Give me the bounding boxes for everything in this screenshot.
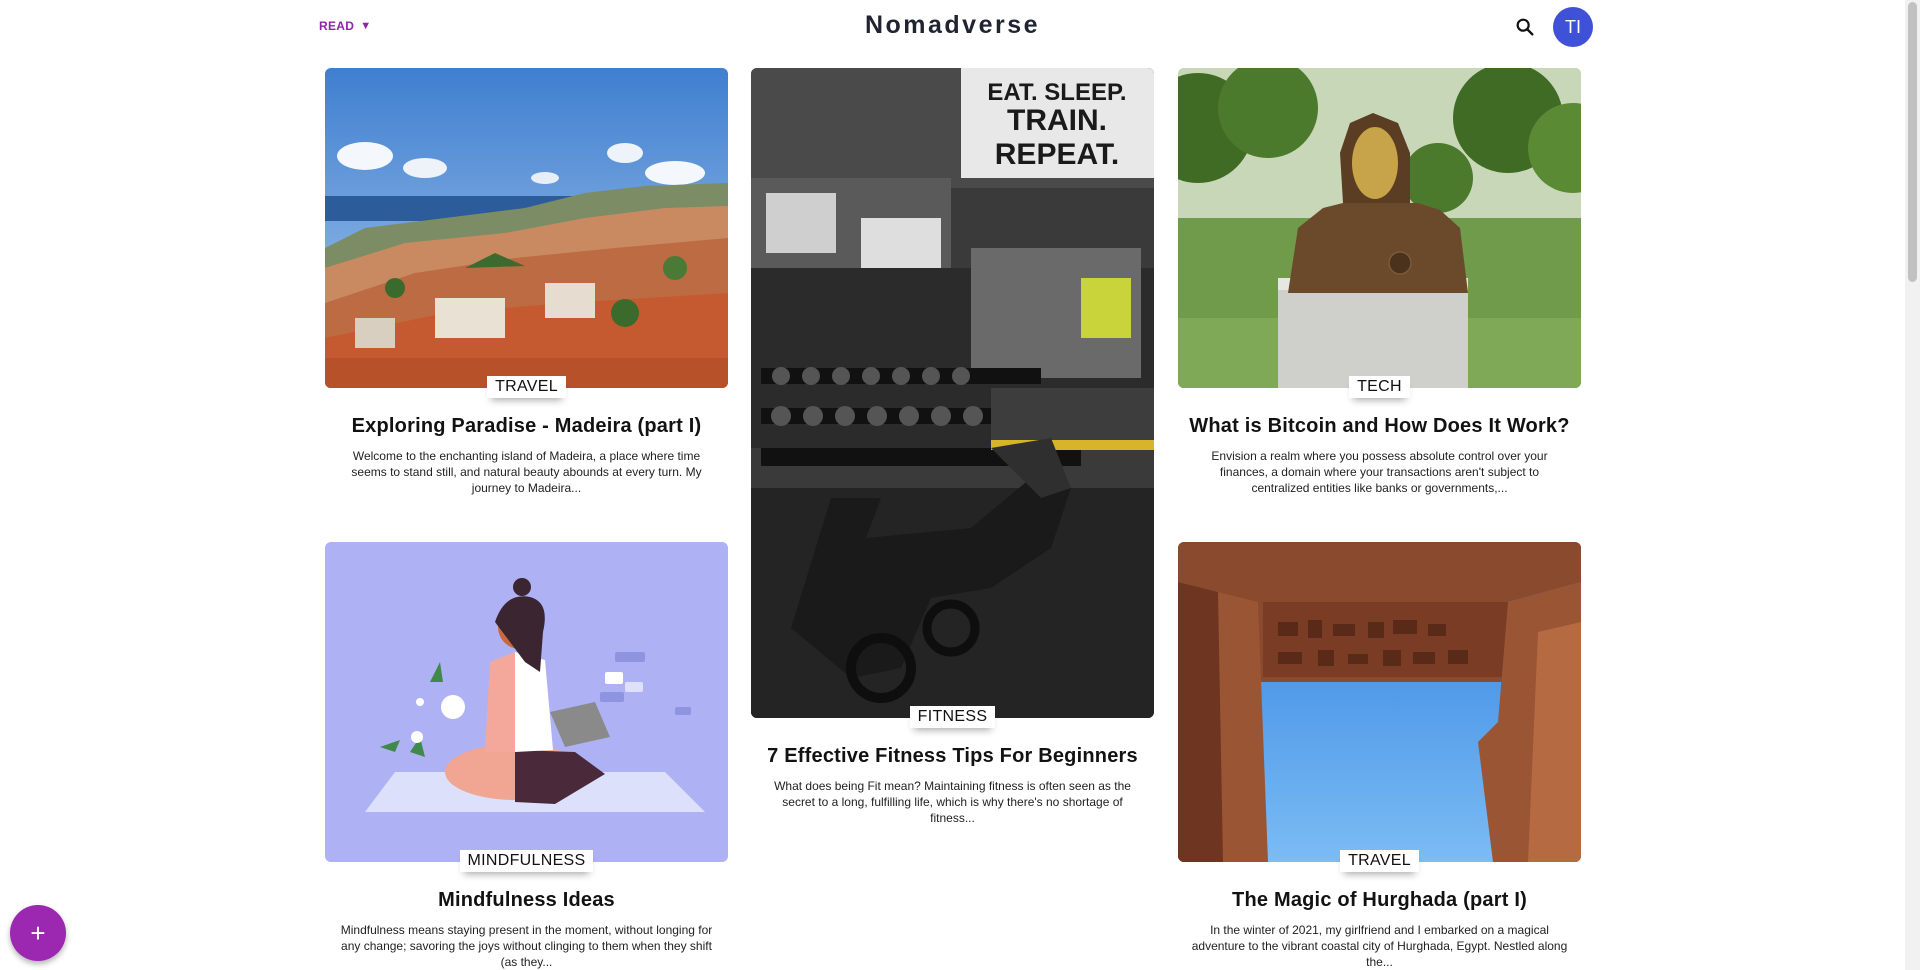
post-image-gym[interactable]: EAT. SLEEP. TRAIN. REPEAT. (751, 68, 1154, 718)
post-excerpt: Envision a realm where you possess absol… (1211, 449, 1548, 495)
search-icon[interactable] (1514, 16, 1536, 38)
post-card[interactable]: TECH What is Bitcoin and How Does It Wor… (1178, 68, 1581, 496)
category-tag[interactable]: MINDFULNESS (459, 850, 594, 872)
gym-sign-line3: REPEAT. (995, 138, 1119, 171)
gym-sign-line1: EAT. SLEEP. (987, 79, 1126, 106)
post-excerpt: What does being Fit mean? Maintaining fi… (774, 779, 1131, 825)
add-post-button[interactable]: + (10, 905, 66, 961)
post-card[interactable]: TRAVEL The Magic of Hurghada (part I) In… (1178, 542, 1581, 970)
post-card[interactable]: TRAVEL Exploring Paradise - Madeira (par… (325, 68, 728, 496)
scrollbar-thumb[interactable] (1908, 2, 1917, 282)
site-title[interactable]: Nomadverse (0, 11, 1905, 40)
vertical-scrollbar[interactable] (1905, 0, 1920, 970)
post-card[interactable]: EAT. SLEEP. TRAIN. REPEAT. FITNESS 7 Eff… (751, 68, 1154, 826)
post-excerpt: Mindfulness means staying present in the… (340, 923, 713, 969)
post-image-madeira[interactable] (325, 68, 728, 388)
gym-sign-line2: TRAIN. (1007, 104, 1107, 137)
post-title[interactable]: 7 Effective Fitness Tips For Beginners (751, 745, 1154, 768)
category-tag[interactable]: FITNESS (909, 706, 996, 728)
post-title[interactable]: What is Bitcoin and How Does It Work? (1178, 415, 1581, 438)
top-bar: READ ▼ Nomadverse TI (0, 0, 1905, 54)
category-tag[interactable]: TRAVEL (487, 376, 566, 398)
category-tag[interactable]: TRAVEL (1340, 850, 1419, 872)
post-image-bitcoin-statue[interactable] (1178, 68, 1581, 388)
post-title[interactable]: Exploring Paradise - Madeira (part I) (325, 415, 728, 438)
post-excerpt: Welcome to the enchanting island of Made… (351, 449, 702, 495)
post-card[interactable]: MINDFULNESS Mindfulness Ideas Mindfulnes… (325, 542, 728, 970)
post-image-egypt-temple[interactable] (1178, 542, 1581, 862)
user-avatar[interactable]: TI (1553, 7, 1593, 47)
post-title[interactable]: Mindfulness Ideas (325, 889, 728, 912)
post-excerpt: In the winter of 2021, my girlfriend and… (1191, 923, 1568, 969)
post-title[interactable]: The Magic of Hurghada (part I) (1178, 889, 1581, 912)
category-tag[interactable]: TECH (1349, 376, 1410, 398)
post-image-meditation[interactable] (325, 542, 728, 862)
